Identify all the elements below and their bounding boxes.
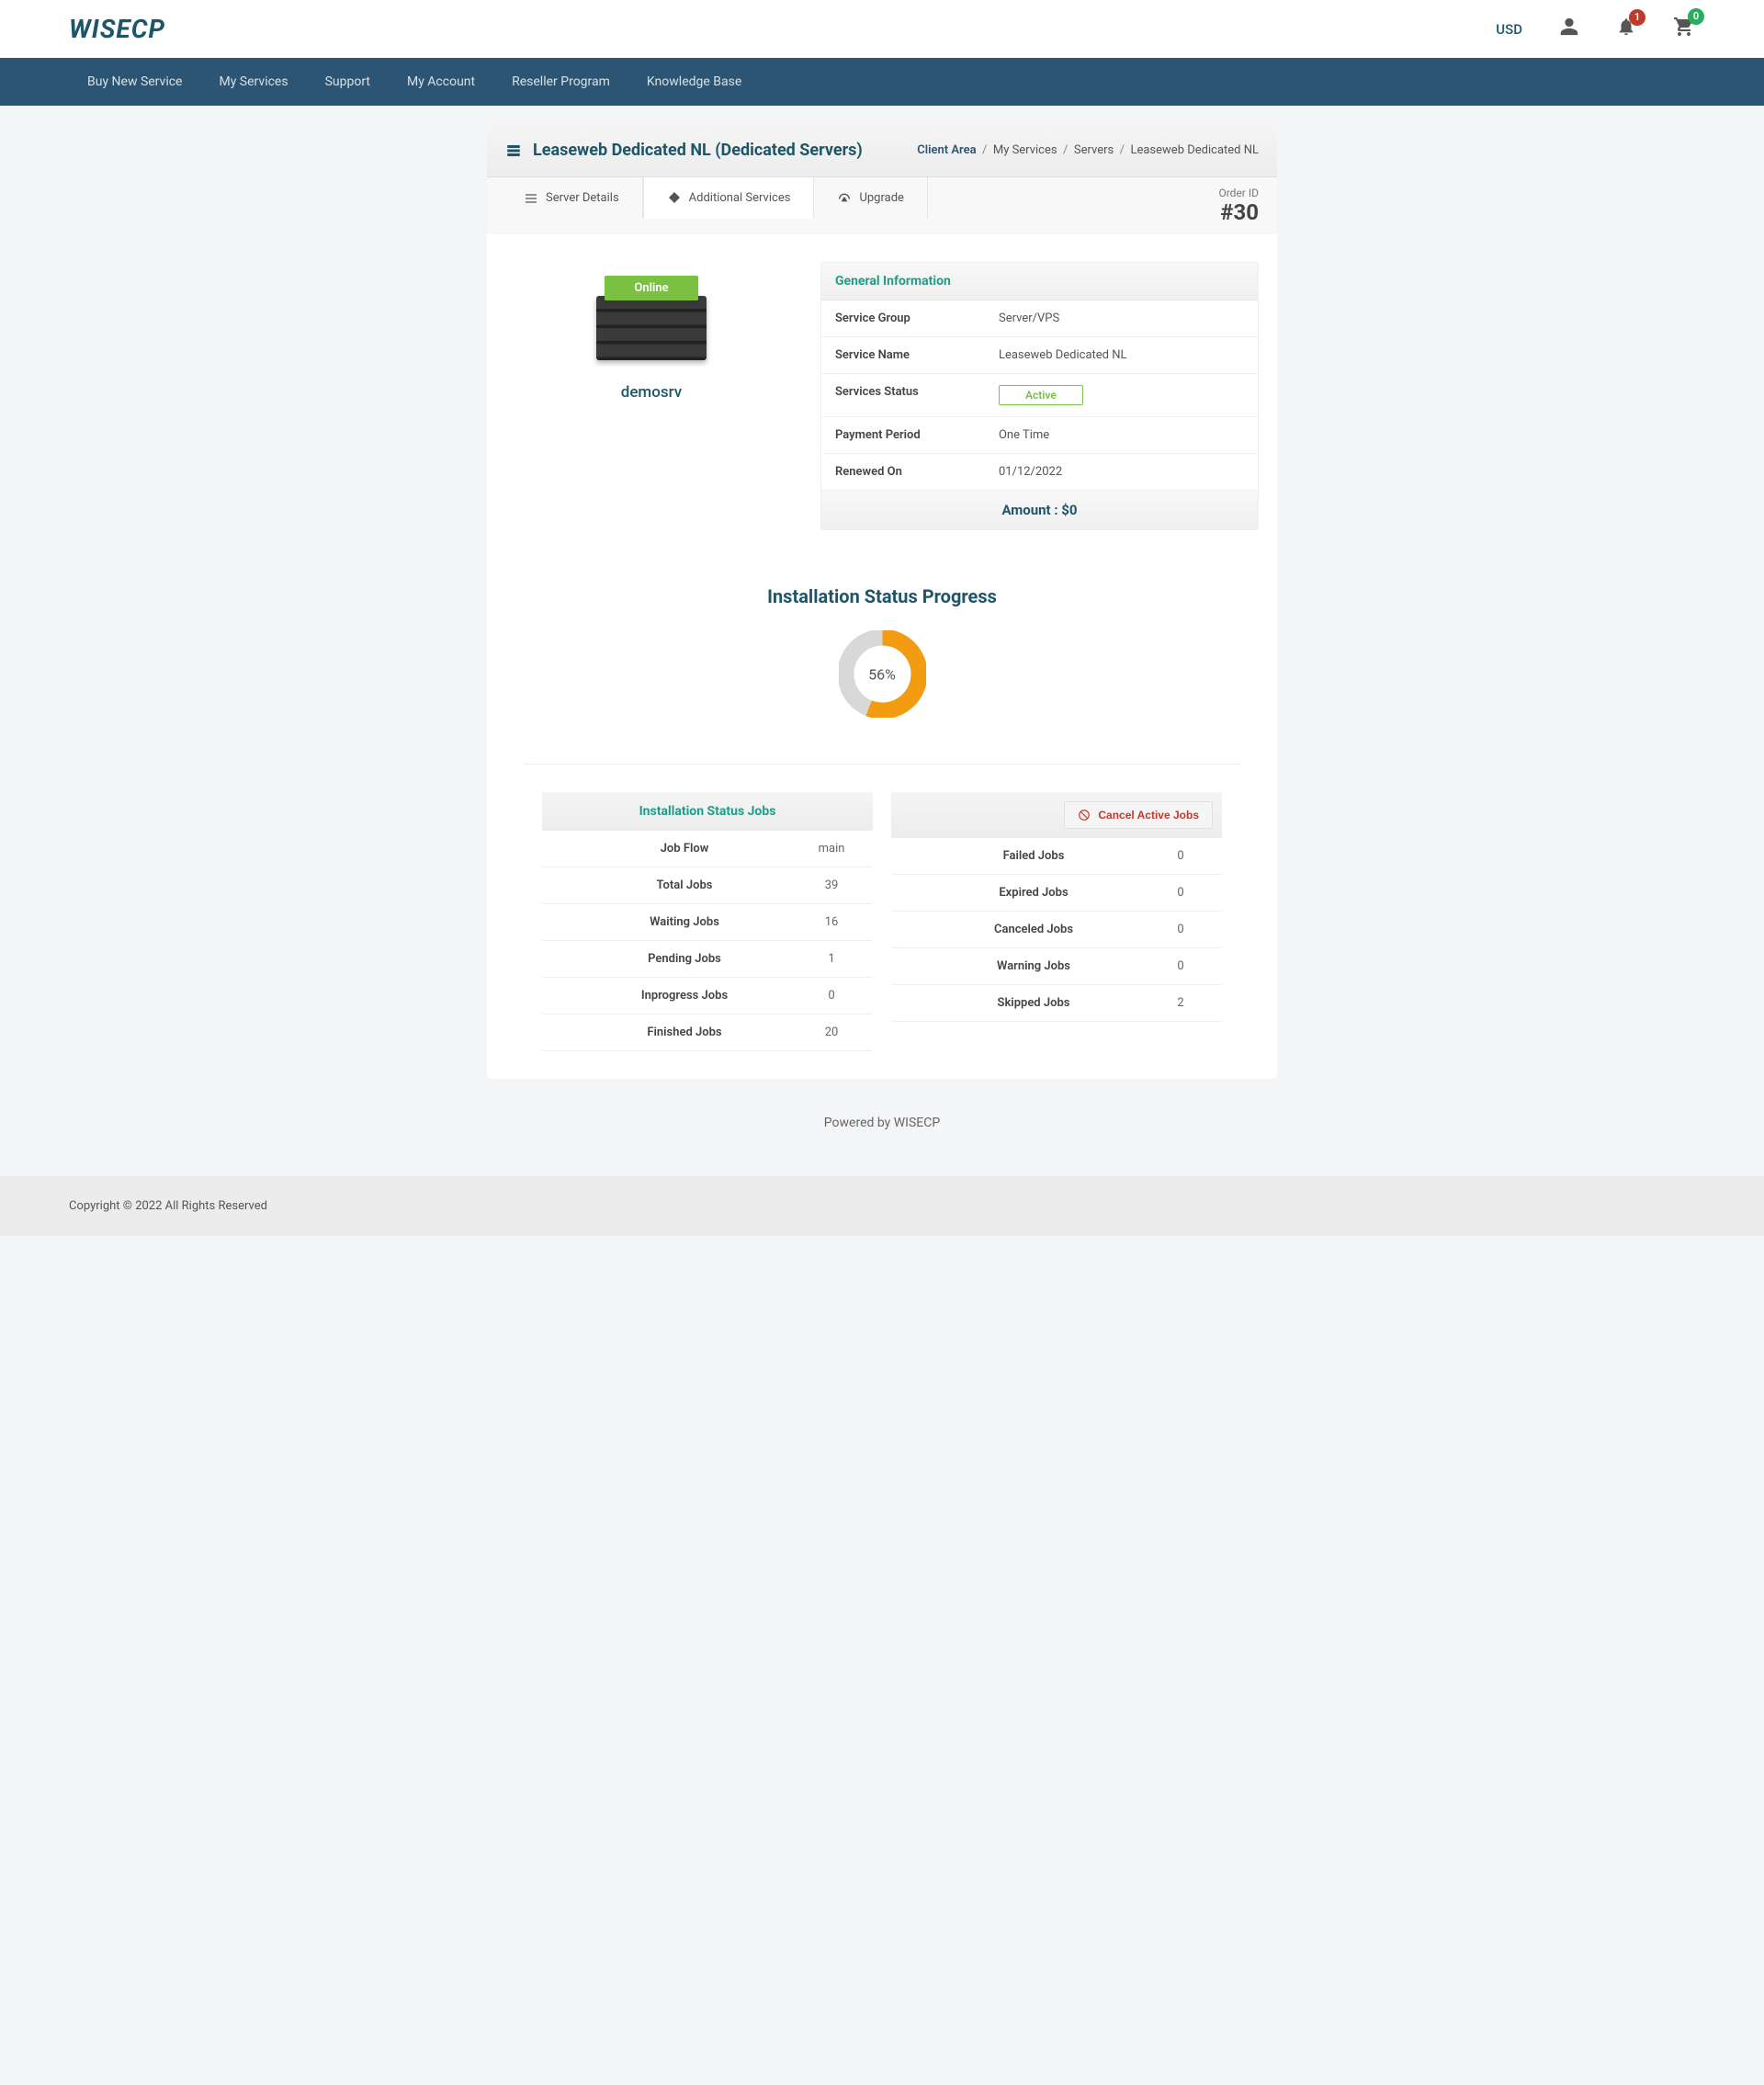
info-status-label: Services Status [835, 385, 999, 405]
tab-details-label: Server Details [546, 191, 619, 205]
job-val: 2 [1158, 996, 1204, 1010]
currency-selector[interactable]: USD [1496, 21, 1522, 38]
breadcrumb: Client Area / My Services / Servers / Le… [917, 143, 1259, 157]
nav-support[interactable]: Support [307, 58, 389, 106]
nav-buy[interactable]: Buy New Service [69, 58, 200, 106]
cancel-icon [1078, 809, 1091, 822]
job-row: Expired Jobs0 [891, 875, 1222, 912]
server-hostname: demosrv [505, 383, 797, 402]
user-icon[interactable] [1559, 17, 1579, 42]
info-name-label: Service Name [835, 348, 999, 362]
nav-account[interactable]: My Account [389, 58, 493, 106]
notif-badge: 1 [1629, 9, 1645, 26]
job-label: Inprogress Jobs [560, 989, 808, 1003]
job-row: Failed Jobs0 [891, 838, 1222, 875]
info-period-label: Payment Period [835, 428, 999, 442]
tab-additional-label: Additional Services [689, 191, 791, 205]
job-val: 20 [808, 1026, 854, 1039]
info-header: General Information [821, 263, 1258, 300]
job-val: 1 [808, 952, 854, 966]
progress-percent: 56% [857, 649, 908, 699]
server-icon [505, 142, 522, 159]
job-row: Waiting Jobs16 [542, 904, 873, 941]
tab-details[interactable]: Server Details [501, 177, 643, 219]
bell-icon[interactable]: 1 [1616, 17, 1636, 42]
cancel-button-label: Cancel Active Jobs [1098, 809, 1199, 822]
nav-reseller[interactable]: Reseller Program [493, 58, 628, 106]
job-label: Expired Jobs [910, 886, 1158, 900]
cancel-active-jobs-button[interactable]: Cancel Active Jobs [1064, 801, 1213, 829]
info-renewed-val: 01/12/2022 [999, 465, 1062, 479]
tag-icon [667, 190, 682, 205]
job-val: 16 [808, 915, 854, 929]
info-name-val: Leaseweb Dedicated NL [999, 348, 1127, 362]
server-image [596, 296, 707, 360]
tab-upgrade-label: Upgrade [859, 191, 903, 205]
cart-badge: 0 [1688, 8, 1704, 25]
job-label: Waiting Jobs [560, 915, 808, 929]
job-val: 39 [808, 878, 854, 892]
info-group-val: Server/VPS [999, 312, 1059, 325]
job-row: Inprogress Jobs0 [542, 978, 873, 1014]
job-label: Canceled Jobs [910, 923, 1158, 936]
footer-copyright: Copyright © 2022 All Rights Reserved [0, 1176, 1764, 1236]
status-badge: Active [999, 385, 1083, 405]
job-label: Finished Jobs [560, 1026, 808, 1039]
bc-client[interactable]: Client Area [917, 143, 976, 157]
job-row: Pending Jobs1 [542, 941, 873, 978]
job-label: Warning Jobs [910, 959, 1158, 973]
job-val: 0 [808, 989, 854, 1003]
job-row: Warning Jobs0 [891, 948, 1222, 985]
job-val: main [808, 842, 854, 856]
jobs-right-table: Cancel Active Jobs Failed Jobs0Expired J… [891, 792, 1222, 1051]
nav-services[interactable]: My Services [200, 58, 306, 106]
info-period-val: One Time [999, 428, 1049, 442]
job-row: Job Flowmain [542, 831, 873, 867]
jobs-left-header: Installation Status Jobs [542, 792, 873, 831]
job-row: Skipped Jobs2 [891, 985, 1222, 1022]
page-title: Leaseweb Dedicated NL (Dedicated Servers… [533, 141, 863, 160]
info-table: General Information Service Group Server… [820, 262, 1259, 530]
bc-current[interactable]: Leaseweb Dedicated NL [1130, 143, 1259, 157]
progress-donut: 56% [839, 630, 926, 718]
info-group-label: Service Group [835, 312, 999, 325]
tab-additional[interactable]: Additional Services [643, 177, 815, 219]
main-nav: Buy New Service My Services Support My A… [69, 58, 1695, 106]
server-status-badge: Online [605, 276, 697, 300]
jobs-left-table: Installation Status Jobs Job FlowmainTot… [542, 792, 873, 1051]
job-val: 0 [1158, 923, 1204, 936]
job-label: Skipped Jobs [910, 996, 1158, 1010]
bc-servers[interactable]: Servers [1074, 143, 1114, 157]
order-id-label: Order ID [1218, 187, 1259, 199]
order-id-value: #30 [1218, 199, 1259, 225]
nav-kb[interactable]: Knowledge Base [628, 58, 760, 106]
list-icon [524, 191, 538, 206]
info-renewed-label: Renewed On [835, 465, 999, 479]
job-label: Job Flow [560, 842, 808, 856]
job-label: Pending Jobs [560, 952, 808, 966]
job-label: Failed Jobs [910, 849, 1158, 863]
progress-title: Installation Status Progress [505, 585, 1259, 607]
tab-upgrade[interactable]: Upgrade [814, 177, 927, 219]
logo: WISECP [69, 14, 165, 44]
job-row: Finished Jobs20 [542, 1014, 873, 1051]
footer-powered: Powered by WISECP [487, 1097, 1277, 1149]
job-row: Canceled Jobs0 [891, 912, 1222, 948]
amount-row: Amount : $0 [821, 491, 1258, 529]
job-label: Total Jobs [560, 878, 808, 892]
divider [524, 764, 1240, 765]
job-val: 0 [1158, 849, 1204, 863]
gauge-icon [837, 191, 852, 206]
cart-icon[interactable]: 0 [1673, 16, 1695, 43]
job-val: 0 [1158, 959, 1204, 973]
job-val: 0 [1158, 886, 1204, 900]
bc-services[interactable]: My Services [993, 143, 1057, 157]
job-row: Total Jobs39 [542, 867, 873, 904]
